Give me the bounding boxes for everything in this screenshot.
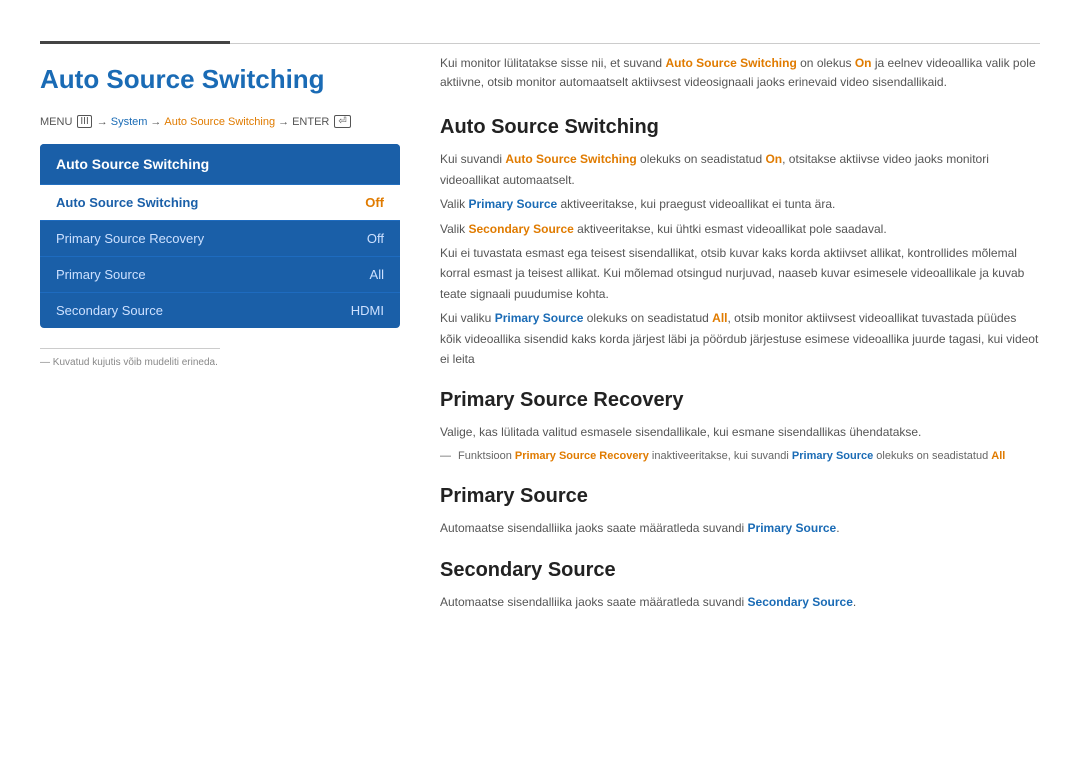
primary-recovery-label: Primary Source Recovery (56, 231, 204, 246)
page-title: Auto Source Switching (40, 64, 400, 95)
footnote-text: — Kuvatud kujutis võib mudeliti erineda. (40, 357, 400, 368)
intro-text: Kui monitor lülitatakse sisse nii, et su… (440, 54, 1040, 92)
highlight-primary-source-link: Primary Source (748, 521, 837, 535)
highlight-primary-1: Primary Source (468, 197, 557, 211)
menu-box: Auto Source Switching Auto Source Switch… (40, 144, 400, 328)
intro-highlight-auto: Auto Source Switching (665, 56, 796, 70)
section-auto-source-body: Kui suvandi Auto Source Switching olekuk… (440, 149, 1040, 369)
system-link[interactable]: System (111, 116, 148, 128)
section-auto-source: Auto Source Switching Kui suvandi Auto S… (440, 116, 1040, 369)
auto-source-label: Auto Source Switching (56, 195, 198, 210)
section-primary-recovery-heading: Primary Source Recovery (440, 389, 1040, 412)
highlight-secondary-1: Secondary Source (468, 222, 573, 236)
arrow-1: → (97, 116, 108, 128)
section-primary-recovery: Primary Source Recovery Valige, kas lüli… (440, 389, 1040, 465)
section-secondary-source-heading: Secondary Source (440, 559, 1040, 582)
left-panel: Auto Source Switching MENU III → System … (40, 44, 400, 632)
secondary-source-label: Secondary Source (56, 303, 163, 318)
intro-highlight-on: On (855, 56, 872, 70)
section-primary-source-heading: Primary Source (440, 485, 1040, 508)
primary-source-value: All (370, 267, 384, 282)
menu-icon: III (77, 115, 91, 128)
menu-item-auto-source[interactable]: Auto Source Switching Off (40, 185, 400, 221)
menu-label: MENU (40, 116, 72, 128)
auto-source-link[interactable]: Auto Source Switching (164, 116, 275, 128)
right-panel: Kui monitor lülitatakse sisse nii, et su… (440, 44, 1040, 632)
primary-recovery-value: Off (367, 231, 384, 246)
section-primary-source-body: Automaatse sisendalliika jaoks saate mää… (440, 518, 1040, 538)
highlight-all-1: All (712, 311, 727, 325)
menu-item-primary-source[interactable]: Primary Source All (40, 257, 400, 293)
menu-item-secondary-source[interactable]: Secondary Source HDMI (40, 293, 400, 328)
auto-source-value: Off (365, 195, 384, 210)
section-secondary-source: Secondary Source Automaatse sisendalliik… (440, 559, 1040, 612)
section-primary-source: Primary Source Automaatse sisendalliika … (440, 485, 1040, 538)
highlight-primary-source-note: Primary Source (792, 450, 873, 462)
section-secondary-source-body: Automaatse sisendalliika jaoks saate mää… (440, 592, 1040, 612)
dash-icon: — (440, 450, 451, 462)
section-primary-recovery-body: Valige, kas lülitada valitud esmasele si… (440, 422, 1040, 465)
highlight-primary-all: Primary Source (495, 311, 584, 325)
secondary-source-value: HDMI (351, 303, 384, 318)
enter-icon: ⏎ (334, 115, 350, 128)
highlight-auto-1: Auto Source Switching (505, 152, 636, 166)
section-auto-source-heading: Auto Source Switching (440, 116, 1040, 139)
menu-item-primary-recovery[interactable]: Primary Source Recovery Off (40, 221, 400, 257)
enter-label: ENTER (292, 116, 329, 128)
arrow-3: → (278, 116, 289, 128)
menu-path: MENU III → System → Auto Source Switchin… (40, 115, 400, 128)
highlight-all-note: All (991, 450, 1005, 462)
menu-box-title: Auto Source Switching (40, 144, 400, 185)
highlight-primary-recovery: Primary Source Recovery (515, 450, 649, 462)
highlight-on-1: On (765, 152, 782, 166)
arrow-2: → (150, 116, 161, 128)
primary-source-label: Primary Source (56, 267, 146, 282)
highlight-secondary-source-link: Secondary Source (748, 595, 853, 609)
footnote-divider (40, 348, 220, 349)
